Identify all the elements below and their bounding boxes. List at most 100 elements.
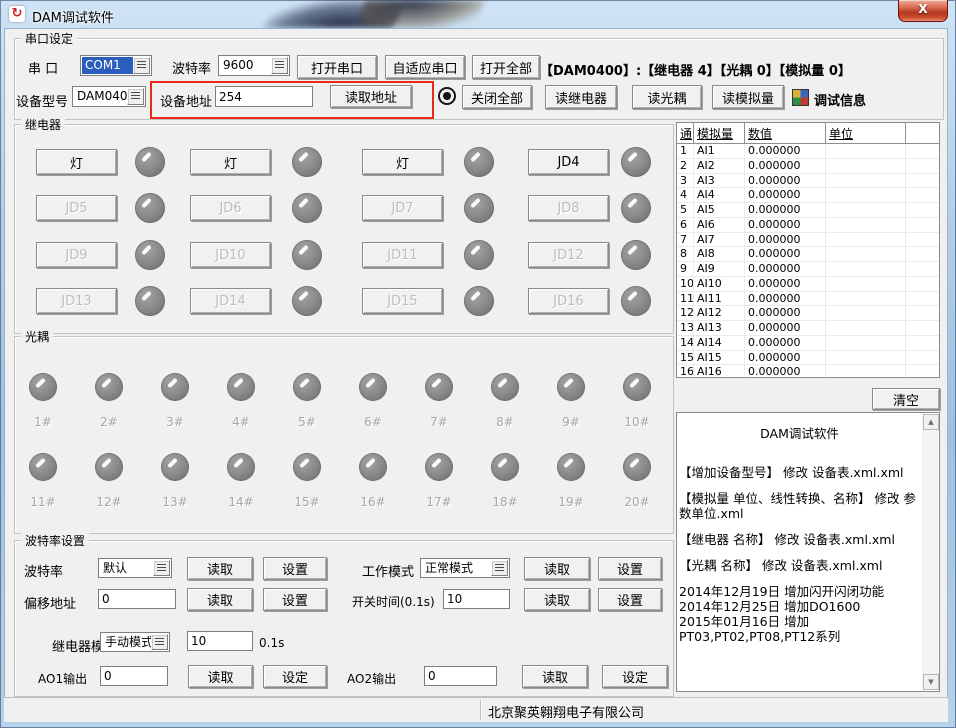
table-row[interactable]: 4AI40.000000 [677, 188, 939, 203]
workmode-set-button[interactable]: 设置 [598, 557, 662, 580]
table-cell: AI3 [694, 174, 745, 189]
relaymode-dropdown-icon[interactable] [151, 634, 168, 650]
baud-setting-dropdown-icon[interactable] [153, 560, 170, 576]
table-cell [826, 336, 906, 351]
scroll-up-icon[interactable]: ▲ [923, 414, 939, 430]
table-row[interactable]: 1AI10.000000 [677, 144, 939, 159]
info-paragraph-1: 【增加设备型号】 修改 设备表.xml.xml [679, 465, 920, 480]
relay-button-1[interactable]: 灯 [36, 149, 117, 175]
device-model-combobox[interactable]: DAM0400 [72, 86, 146, 107]
table-row[interactable]: 12AI120.000000 [677, 306, 939, 321]
relay-button-5[interactable]: JD5 [36, 195, 117, 221]
table-row[interactable]: 15AI150.000000 [677, 351, 939, 366]
relay-button-15[interactable]: JD15 [362, 288, 443, 314]
table-cell: AI9 [694, 262, 745, 277]
workmode-combobox[interactable]: 正常模式 [420, 558, 510, 578]
read-analog-button[interactable]: 读模拟量 [712, 85, 784, 109]
ao1-set-button[interactable]: 设定 [263, 665, 327, 688]
opto-lamp-label-3: 3# [153, 415, 197, 429]
relay-button-2[interactable]: 灯 [190, 149, 271, 175]
table-cell: AI4 [694, 188, 745, 203]
relay-lamp-7 [464, 193, 494, 223]
workmode-dropdown-icon[interactable] [491, 560, 508, 576]
baud-rate-combobox[interactable]: 9600 [218, 55, 290, 76]
relay-button-9[interactable]: JD9 [36, 242, 117, 268]
relaymode-time-input[interactable] [187, 631, 253, 651]
offset-set-button[interactable]: 设置 [263, 588, 327, 611]
relay-button-3[interactable]: 灯 [362, 149, 443, 175]
table-cell [906, 292, 939, 307]
table-cell: AI8 [694, 247, 745, 262]
serial-port-dropdown-icon[interactable] [133, 57, 150, 74]
relay-button-13[interactable]: JD13 [36, 288, 117, 314]
read-relay-button[interactable]: 读继电器 [545, 85, 617, 109]
table-cell [906, 247, 939, 262]
opto-lamp-label-20: 20# [615, 495, 659, 509]
table-header-5 [906, 123, 939, 143]
table-row[interactable]: 13AI130.000000 [677, 321, 939, 336]
table-header-2: 模拟量 [694, 123, 745, 143]
baud-read-button[interactable]: 读取 [187, 557, 253, 580]
ao2-set-button[interactable]: 设定 [602, 665, 668, 688]
table-cell: 1 [677, 144, 694, 159]
table-row[interactable]: 16AI160.000000 [677, 365, 939, 378]
table-cell [906, 277, 939, 292]
relay-button-8[interactable]: JD8 [528, 195, 609, 221]
table-cell: AI15 [694, 351, 745, 366]
baud-rate-dropdown-icon[interactable] [271, 57, 288, 74]
read-opto-button[interactable]: 读光耦 [632, 85, 702, 109]
relay-button-14[interactable]: JD14 [190, 288, 271, 314]
relay-button-16[interactable]: JD16 [528, 288, 609, 314]
table-cell: AI12 [694, 306, 745, 321]
table-row[interactable]: 5AI50.000000 [677, 203, 939, 218]
switchtime-set-button[interactable]: 设置 [598, 588, 662, 611]
table-row[interactable]: 9AI90.000000 [677, 262, 939, 277]
relay-button-12[interactable]: JD12 [528, 242, 609, 268]
table-row[interactable]: 8AI80.000000 [677, 247, 939, 262]
table-row[interactable]: 14AI140.000000 [677, 336, 939, 351]
serial-port-combobox[interactable]: COM1 [80, 55, 152, 76]
table-cell: AI6 [694, 218, 745, 233]
baud-setting-combobox[interactable]: 默认 [98, 558, 172, 578]
open-all-button[interactable]: 打开全部 [472, 55, 540, 79]
opto-lamp-label-14: 14# [219, 495, 263, 509]
switchtime-read-button[interactable]: 读取 [524, 588, 590, 611]
relay-button-7[interactable]: JD7 [362, 195, 443, 221]
offset-read-button[interactable]: 读取 [187, 588, 253, 611]
offset-address-input[interactable] [98, 589, 176, 609]
open-serial-button[interactable]: 打开串口 [297, 55, 377, 79]
close-all-button[interactable]: 关闭全部 [462, 85, 532, 109]
table-cell [906, 351, 939, 366]
switchtime-input[interactable] [443, 589, 510, 609]
table-row[interactable]: 6AI60.000000 [677, 218, 939, 233]
table-row[interactable]: 2AI20.000000 [677, 159, 939, 174]
ao1-read-button[interactable]: 读取 [188, 665, 253, 688]
table-cell: AI10 [694, 277, 745, 292]
info-paragraph-4: 【光耦 名称】 修改 设备表.xml.xml [679, 558, 920, 573]
scroll-down-icon[interactable]: ▼ [923, 674, 939, 690]
table-row[interactable]: 7AI70.000000 [677, 233, 939, 248]
table-row[interactable]: 11AI110.000000 [677, 292, 939, 307]
table-cell: 2 [677, 159, 694, 174]
relay-button-10[interactable]: JD10 [190, 242, 271, 268]
close-button[interactable]: X [898, 0, 948, 22]
table-cell [906, 159, 939, 174]
relay-button-11[interactable]: JD11 [362, 242, 443, 268]
relaymode-combobox[interactable]: 手动模式 [100, 632, 170, 652]
table-cell: 0.000000 [745, 233, 826, 248]
table-row[interactable]: 3AI30.000000 [677, 174, 939, 189]
adaptive-serial-button[interactable]: 自适应串口 [385, 55, 465, 79]
history-line-3: 2015年01月16日 增加PT03,PT02,PT08,PT12系列 [679, 614, 920, 644]
info-panel-scrollbar[interactable] [922, 414, 938, 690]
baud-set-button[interactable]: 设置 [263, 557, 327, 580]
table-cell [906, 174, 939, 189]
relay-button-4[interactable]: JD4 [528, 149, 609, 175]
ao2-read-button[interactable]: 读取 [522, 665, 588, 688]
clear-button[interactable]: 清空 [872, 388, 940, 410]
ao1-input[interactable] [100, 666, 168, 686]
table-row[interactable]: 10AI100.000000 [677, 277, 939, 292]
device-model-dropdown-icon[interactable] [127, 88, 144, 105]
relay-button-6[interactable]: JD6 [190, 195, 271, 221]
ao2-input[interactable] [424, 666, 497, 686]
workmode-read-button[interactable]: 读取 [524, 557, 590, 580]
